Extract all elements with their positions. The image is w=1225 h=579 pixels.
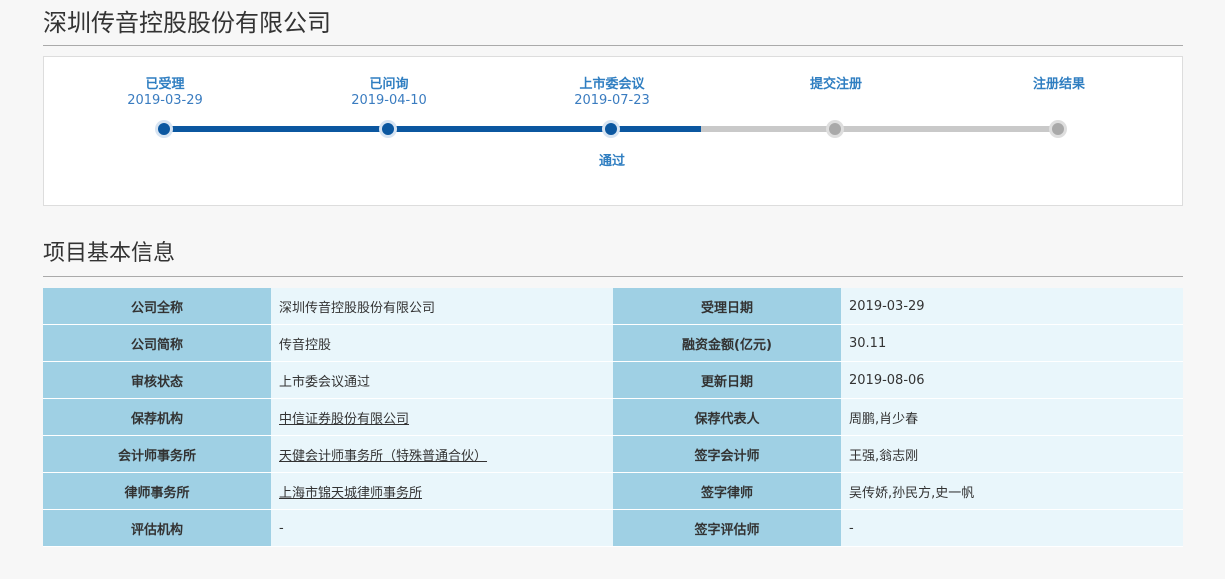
field-value: 传音控股 [271,324,613,362]
step-date: 2019-07-23 [574,93,650,108]
field-label: 律师事务所 [43,472,271,510]
section-title: 项目基本信息 [43,241,176,266]
field-value: 30.11 [841,324,1183,362]
company-title: 深圳传音控股股份有限公司 [43,9,331,37]
field-value: 中信证券股份有限公司 [271,398,613,436]
field-label: 受理日期 [613,288,841,325]
field-value: 深圳传音控股股份有限公司 [271,288,613,325]
field-value: 王强,翁志刚 [841,435,1183,473]
field-value: - [841,509,1183,547]
table-row: 评估机构 - 签字评估师 - [43,509,1183,547]
step-label: 已问询 [369,77,409,92]
step-dot [826,120,844,138]
section-divider [43,276,1183,277]
field-value: 2019-03-29 [841,288,1183,325]
field-value: 2019-08-06 [841,361,1183,399]
project-info-table: 公司全称 深圳传音控股股份有限公司 受理日期 2019-03-29 公司简称 传… [43,288,1183,547]
step-dot [155,120,173,138]
step-dot [379,120,397,138]
sponsor-link[interactable]: 中信证券股份有限公司 [279,412,409,427]
step-label: 注册结果 [1032,77,1085,92]
step-date: 2019-04-10 [351,93,427,108]
field-value: 周鹏,肖少春 [841,398,1183,436]
field-value: 上海市锦天城律师事务所 [271,472,613,510]
field-label: 保荐代表人 [613,398,841,436]
field-value: 天健会计师事务所（特殊普通合伙） [271,435,613,473]
accounting-firm-link[interactable]: 天健会计师事务所（特殊普通合伙） [279,449,487,464]
progress-track-completed [165,126,701,132]
field-value: - [271,509,613,547]
field-label: 签字评估师 [613,509,841,547]
table-row: 公司全称 深圳传音控股股份有限公司 受理日期 2019-03-29 [43,288,1183,325]
field-label: 签字会计师 [613,435,841,473]
table-row: 保荐机构 中信证券股份有限公司 保荐代表人 周鹏,肖少春 [43,398,1183,436]
table-row: 公司简称 传音控股 融资金额(亿元) 30.11 [43,324,1183,362]
field-label: 融资金额(亿元) [613,324,841,362]
review-progress-panel: 已受理 2019-03-29 已问询 2019-04-10 上市委会议 2019… [43,56,1183,206]
field-label: 会计师事务所 [43,435,271,473]
field-label: 更新日期 [613,361,841,399]
field-label: 公司全称 [43,288,271,325]
step-label: 已受理 [145,77,185,92]
field-label: 审核状态 [43,361,271,399]
field-label: 保荐机构 [43,398,271,436]
table-row: 审核状态 上市委会议通过 更新日期 2019-08-06 [43,361,1183,399]
step-dot [602,120,620,138]
field-label: 签字律师 [613,472,841,510]
field-label: 公司简称 [43,324,271,362]
law-firm-link[interactable]: 上海市锦天城律师事务所 [279,486,422,501]
table-row: 律师事务所 上海市锦天城律师事务所 签字律师 吴传娇,孙民方,史一帆 [43,472,1183,510]
step-label: 上市委会议 [579,77,645,92]
field-label: 评估机构 [43,509,271,547]
step-dot [1049,120,1067,138]
title-divider [43,45,1183,46]
field-value: 上市委会议通过 [271,361,613,399]
field-value: 吴传娇,孙民方,史一帆 [841,472,1183,510]
step-result-note: 通过 [598,154,625,169]
step-label: 提交注册 [809,77,862,92]
table-row: 会计师事务所 天健会计师事务所（特殊普通合伙） 签字会计师 王强,翁志刚 [43,435,1183,473]
step-date: 2019-03-29 [127,93,203,108]
